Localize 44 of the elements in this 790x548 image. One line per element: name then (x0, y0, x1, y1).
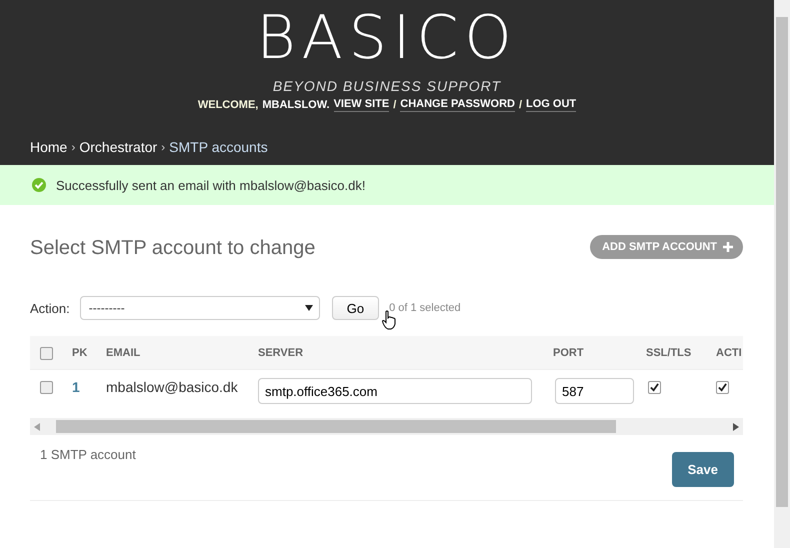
pk-link[interactable]: 1 (72, 379, 80, 395)
breadcrumb-link[interactable]: SMTP accounts (169, 139, 268, 155)
scroll-left-icon[interactable] (34, 422, 40, 430)
message-text: Successfully sent an email with mbalslow@basico.dk! (56, 178, 366, 192)
page-title: Select SMTP account to change (30, 236, 316, 260)
dropdown-arrow-icon (304, 305, 313, 311)
user-link[interactable]: CHANGE PASSWORD (400, 98, 515, 112)
username: MBALSLOW. (262, 99, 330, 111)
scroll-right-icon[interactable] (733, 422, 739, 430)
hand-cursor-icon (382, 310, 396, 330)
breadcrumb-separator: › (71, 140, 76, 154)
column-header[interactable]: SSL/TLS (640, 336, 710, 370)
save-button[interactable]: Save (672, 452, 734, 487)
breadcrumb-link[interactable]: Orchestrator (79, 139, 158, 155)
column-header[interactable]: PORT (547, 336, 640, 370)
link-separator: / (518, 99, 522, 111)
checkbox[interactable] (40, 347, 53, 360)
port-field[interactable]: 587 (555, 378, 634, 404)
column-header[interactable]: EMAIL (100, 336, 252, 370)
check-circle-icon (32, 178, 46, 192)
tagline: BEYOND BUSINESS SUPPORT (272, 78, 502, 94)
go-button[interactable]: Go (332, 296, 380, 320)
horizontal-scrollbar[interactable] (30, 418, 743, 435)
user-link[interactable]: VIEW SITE (334, 98, 390, 112)
breadcrumb-link[interactable]: Home (30, 139, 68, 155)
checkbox[interactable] (716, 381, 729, 394)
server-field[interactable]: smtp.office365.com (258, 378, 532, 404)
plus-icon (723, 242, 733, 252)
user-link[interactable]: LOG OUT (526, 98, 576, 112)
column-header[interactable]: ACTI (710, 336, 743, 370)
result-count: 1 SMTP account (40, 447, 136, 464)
breadcrumb-separator: › (161, 140, 166, 154)
action-select[interactable]: --------- (80, 296, 320, 320)
link-separator: / (393, 99, 396, 111)
checkbox[interactable] (648, 381, 661, 394)
checkbox[interactable] (40, 381, 53, 394)
welcome-text: WELCOME, (198, 99, 258, 111)
logo: BASICO (256, 6, 518, 70)
column-header[interactable]: SERVER (252, 336, 547, 370)
email-cell: mbalslow@basico.dk (106, 379, 238, 395)
action-label: Action: (30, 300, 70, 316)
vertical-scrollbar[interactable] (774, 0, 790, 548)
selection-counter: 0 of 1 selected (389, 302, 461, 314)
column-header[interactable]: PK (66, 336, 100, 370)
